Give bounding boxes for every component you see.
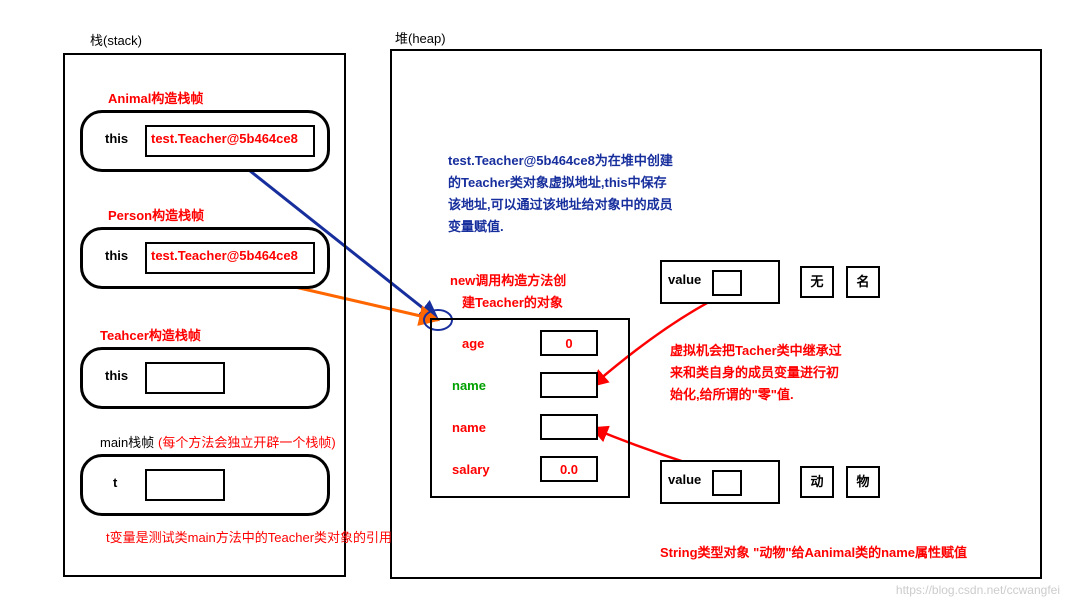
string1-box: value bbox=[660, 260, 780, 304]
age-value: 0 bbox=[540, 330, 598, 356]
main-frame-title: main栈帧 bbox=[100, 432, 154, 451]
string1-char1: 无 bbox=[800, 266, 834, 298]
watermark: https://blog.csdn.net/ccwangfei bbox=[896, 583, 1060, 597]
animal-this-label: this bbox=[105, 131, 128, 146]
string1-inner bbox=[712, 270, 742, 296]
teacher-frame-title: Teahcer构造栈帧 bbox=[100, 325, 201, 344]
age-label: age bbox=[462, 336, 484, 351]
person-frame-title: Person构造栈帧 bbox=[108, 205, 204, 224]
animal-frame-title: Animal构造栈帧 bbox=[108, 88, 203, 107]
person-frame: this test.Teacher@5b464ce8 bbox=[80, 227, 330, 289]
name2-label: name bbox=[452, 420, 486, 435]
string1-value-label: value bbox=[668, 272, 701, 287]
teacher-this-label: this bbox=[105, 368, 128, 383]
main-frame-note: (每个方法会独立开辟一个栈帧) bbox=[158, 432, 336, 451]
teacher-this-box bbox=[145, 362, 225, 394]
person-this-label: this bbox=[105, 248, 128, 263]
teacher-frame: this bbox=[80, 347, 330, 409]
string1-char2: 名 bbox=[846, 266, 880, 298]
stack-title: 栈(stack) bbox=[90, 30, 142, 49]
new-note-l2: 建Teacher的对象 bbox=[462, 292, 563, 311]
heap-explain: test.Teacher@5b464ce8为在堆中创建的Teacher类对象虚拟… bbox=[448, 150, 673, 238]
string2-char1: 动 bbox=[800, 466, 834, 498]
string2-box: value bbox=[660, 460, 780, 504]
salary-label: salary bbox=[452, 462, 490, 477]
animal-frame: this test.Teacher@5b464ce8 bbox=[80, 110, 330, 172]
salary-value: 0.0 bbox=[540, 456, 598, 482]
main-frame: t bbox=[80, 454, 330, 516]
name1-box bbox=[540, 372, 598, 398]
animal-this-value: test.Teacher@5b464ce8 bbox=[151, 131, 298, 146]
person-this-value: test.Teacher@5b464ce8 bbox=[151, 248, 298, 263]
string2-inner bbox=[712, 470, 742, 496]
string-note: String类型对象 "动物"给Aanimal类的name属性赋值 bbox=[660, 542, 967, 561]
string2-char2: 物 bbox=[846, 466, 880, 498]
zero-note: 虚拟机会把Tacher类中继承过来和类自身的成员变量进行初始化,给所谓的"零"值… bbox=[670, 340, 845, 406]
name2-box bbox=[540, 414, 598, 440]
t-note: t变量是测试类main方法中的Teacher类对象的引用 bbox=[106, 527, 392, 546]
string2-value-label: value bbox=[668, 472, 701, 487]
t-label: t bbox=[113, 475, 117, 490]
new-note-l1: new调用构造方法创 bbox=[450, 270, 566, 289]
name1-label: name bbox=[452, 378, 486, 393]
t-box bbox=[145, 469, 225, 501]
heap-title: 堆(heap) bbox=[395, 28, 446, 47]
